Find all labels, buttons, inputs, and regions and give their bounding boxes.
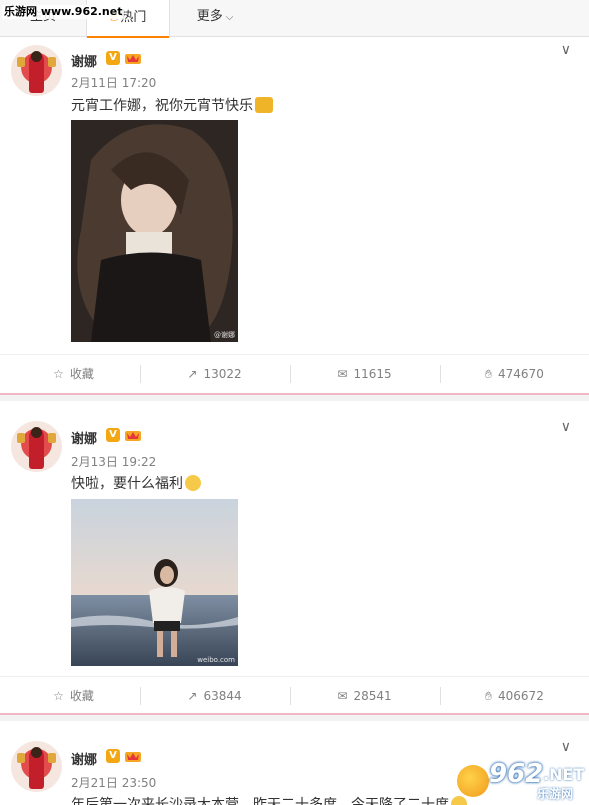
repost-icon: ↗ <box>187 689 198 703</box>
post-photo[interactable]: weibo.com <box>71 499 238 666</box>
author-name[interactable]: 谢娜 <box>71 749 97 768</box>
watermark-number: 962 <box>489 759 544 789</box>
comment-count: 28541 <box>353 689 392 703</box>
thumbs-up-icon: ✋︎ <box>485 689 493 703</box>
post-menu-chevron-icon[interactable]: ∨ <box>561 42 571 58</box>
post-time[interactable]: 2月11日 17:20 <box>71 74 156 91</box>
comment-icon: ✉ <box>337 689 348 703</box>
avatar[interactable] <box>11 45 62 96</box>
tab-more[interactable]: 更多 ⌵ <box>170 0 260 37</box>
favorite-button[interactable]: ☆ 收藏 <box>0 355 147 393</box>
post-divider <box>0 713 589 721</box>
post-text-body: 快啦，要什么福利 <box>71 476 183 492</box>
v-badge-icon: V <box>106 51 120 65</box>
post-card: 谢娜 V ∨ 2月13日 19:22 快啦，要什么福利 weibo.com ☆ … <box>0 403 589 713</box>
post-time[interactable]: 2月13日 19:22 <box>71 453 156 470</box>
v-badge-icon: V <box>106 428 120 442</box>
repost-button[interactable]: ↗ 13022 <box>141 355 288 393</box>
crown-icon <box>125 431 141 441</box>
beer-icon <box>255 97 273 113</box>
site-logo-watermark: 962 .NET 乐游网 <box>453 757 585 803</box>
comment-icon: ✉ <box>337 367 348 381</box>
watermark-net: .NET <box>543 765 585 784</box>
like-button[interactable]: ✋︎ 474670 <box>441 355 588 393</box>
comment-button[interactable]: ✉ 11615 <box>291 355 438 393</box>
author-name[interactable]: 谢娜 <box>71 428 97 447</box>
post-text-body: 年后第一次来长沙录大本营，昨天二十多度，今天降了二十度 <box>71 797 449 805</box>
favorite-label: 收藏 <box>69 689 94 703</box>
star-icon: ☆ <box>53 689 64 703</box>
favorite-button[interactable]: ☆ 收藏 <box>0 677 147 715</box>
weibo-feed-page: 主页 🔥︎热门 更多⌵ 乐游网 www.962.net 谢娜 V ∨ 2月11日… <box>0 0 589 805</box>
avatar[interactable] <box>11 421 62 472</box>
repost-count: 63844 <box>203 689 242 703</box>
repost-icon: ↗ <box>187 367 198 381</box>
like-button[interactable]: ✋︎ 406672 <box>441 677 588 715</box>
watermark-cn: 乐游网 <box>537 787 574 801</box>
smile-icon <box>185 475 201 491</box>
crown-icon <box>125 752 141 762</box>
post-action-bar: ☆ 收藏 ↗ 63844 ✉ 28541 ✋︎ 406672 <box>0 676 589 714</box>
post-text-body: 元宵工作娜，祝你元宵节快乐 <box>71 98 253 114</box>
star-icon: ☆ <box>53 367 64 381</box>
site-logo-icon <box>457 765 489 797</box>
post-menu-chevron-icon[interactable]: ∨ <box>561 419 571 435</box>
thumbs-up-icon: ✋︎ <box>485 367 493 381</box>
repost-count: 13022 <box>203 367 242 381</box>
chevron-down-icon: ⌵ <box>225 12 234 23</box>
tab-bar: 主页 🔥︎热门 更多⌵ 乐游网 www.962.net <box>0 0 589 38</box>
post-action-bar: ☆ 收藏 ↗ 13022 ✉ 11615 ✋︎ 474670 <box>0 354 589 392</box>
avatar[interactable] <box>11 741 62 792</box>
post-photo[interactable]: @谢娜 <box>71 120 238 342</box>
author-name[interactable]: 谢娜 <box>71 51 97 70</box>
crown-icon <box>125 54 141 64</box>
post-divider <box>0 393 589 401</box>
favorite-label: 收藏 <box>69 367 94 381</box>
comment-button[interactable]: ✉ 28541 <box>291 677 438 715</box>
post-text: 快啦，要什么福利 <box>71 473 201 493</box>
site-watermark: 乐游网 www.962.net <box>2 5 125 19</box>
post-text: 元宵工作娜，祝你元宵节快乐 <box>71 95 273 115</box>
post-time[interactable]: 2月21日 23:50 <box>71 774 156 791</box>
like-count: 406672 <box>498 689 544 703</box>
comment-count: 11615 <box>353 367 392 381</box>
like-count: 474670 <box>498 367 544 381</box>
tab-more-label: 更多 <box>196 9 223 24</box>
photo-watermark: @谢娜 <box>214 331 235 339</box>
photo-watermark: weibo.com <box>197 656 235 664</box>
repost-button[interactable]: ↗ 63844 <box>141 677 288 715</box>
post-text: 年后第一次来长沙录大本营，昨天二十多度，今天降了二十度 <box>71 794 467 805</box>
v-badge-icon: V <box>106 749 120 763</box>
post-card: 谢娜 V ∨ 2月11日 17:20 元宵工作娜，祝你元宵节快乐 @谢娜 ☆ 收藏… <box>0 38 589 393</box>
post-menu-chevron-icon[interactable]: ∨ <box>561 739 571 755</box>
